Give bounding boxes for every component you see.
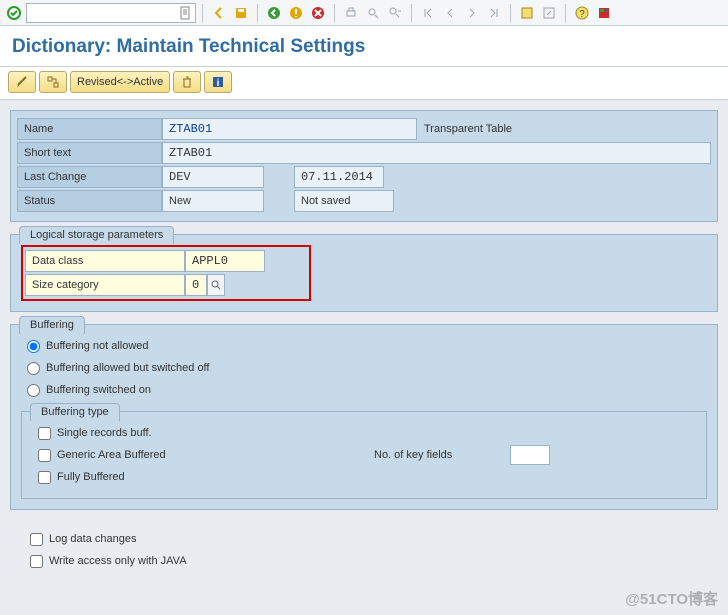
single-records-label: Single records buff. [57, 427, 152, 439]
buffering-group-title: Buffering [19, 316, 85, 334]
last-page-icon[interactable] [484, 3, 504, 23]
last-change-label: Last Change [17, 166, 162, 188]
delete-icon[interactable] [173, 71, 201, 93]
document-icon [179, 6, 193, 20]
separator [202, 4, 203, 22]
content-area: Name ZTAB01 Transparent Table Short text… [0, 100, 728, 578]
separator [334, 4, 335, 22]
short-text-label: Short text [17, 142, 162, 164]
nav-back-icon[interactable] [264, 3, 284, 23]
standard-toolbar: ? [0, 0, 728, 26]
status-label: Status [17, 190, 162, 212]
toggle-display-icon[interactable] [8, 71, 36, 93]
find-next-icon[interactable] [385, 3, 405, 23]
storage-group-title: Logical storage parameters [19, 226, 174, 244]
data-class-field[interactable]: APPL0 [185, 250, 265, 272]
data-class-label: Data class [25, 250, 185, 272]
page-title: Dictionary: Maintain Technical Settings [0, 26, 728, 67]
buffering-type-title: Buffering type [30, 403, 120, 421]
save-icon[interactable] [231, 3, 251, 23]
size-category-field[interactable]: 0 [185, 274, 207, 296]
command-field[interactable] [26, 3, 196, 23]
last-change-user: DEV [162, 166, 264, 188]
buffering-group: Buffering Buffering not allowed Bufferin… [10, 324, 718, 510]
buffering-switched-on[interactable]: Buffering switched on [21, 379, 707, 401]
fully-buffered[interactable]: Fully Buffered [32, 466, 696, 488]
f4-help-icon[interactable] [207, 274, 225, 296]
log-data-changes-checkbox[interactable] [30, 533, 43, 546]
last-change-date: 07.11.2014 [294, 166, 384, 188]
separator [565, 4, 566, 22]
separator [257, 4, 258, 22]
log-data-changes[interactable]: Log data changes [24, 528, 704, 550]
size-category-label: Size category [25, 274, 185, 296]
svg-text:i: i [217, 78, 220, 89]
status-value: New [162, 190, 264, 212]
fully-buffered-label: Fully Buffered [57, 471, 125, 483]
write-access-java[interactable]: Write access only with JAVA [24, 550, 704, 572]
next-page-icon[interactable] [462, 3, 482, 23]
separator [510, 4, 511, 22]
bottom-options: Log data changes Write access only with … [10, 522, 718, 578]
local-toolbar: Revised<->Active i [0, 67, 728, 100]
log-data-changes-label: Log data changes [49, 533, 136, 545]
buffering-switched-off-label: Buffering allowed but switched off [46, 362, 209, 374]
find-icon[interactable] [363, 3, 383, 23]
enter-icon[interactable] [4, 3, 24, 23]
separator [411, 4, 412, 22]
saved-value: Not saved [294, 190, 394, 212]
generic-area-checkbox[interactable] [38, 449, 51, 462]
single-records-buff[interactable]: Single records buff. [32, 422, 696, 444]
print-icon[interactable] [341, 3, 361, 23]
name-field[interactable]: ZTAB01 [162, 118, 417, 140]
buffering-switched-off[interactable]: Buffering allowed but switched off [21, 357, 707, 379]
single-records-checkbox[interactable] [38, 427, 51, 440]
highlight-box: Data class APPL0 Size category 0 [21, 245, 311, 301]
storage-group: Logical storage parameters Data class AP… [10, 234, 718, 312]
exit-icon[interactable] [286, 3, 306, 23]
buffering-not-allowed-radio[interactable] [27, 340, 40, 353]
header-info: Name ZTAB01 Transparent Table Short text… [10, 110, 718, 222]
cancel-icon[interactable] [308, 3, 328, 23]
short-text-field[interactable]: ZTAB01 [162, 142, 711, 164]
prev-page-icon[interactable] [440, 3, 460, 23]
buffering-switched-off-radio[interactable] [27, 362, 40, 375]
layout-menu-icon[interactable] [594, 3, 614, 23]
first-page-icon[interactable] [418, 3, 438, 23]
revised-active-button[interactable]: Revised<->Active [70, 71, 170, 93]
info-icon[interactable]: i [204, 71, 232, 93]
back-icon[interactable] [209, 3, 229, 23]
buffering-switched-on-radio[interactable] [27, 384, 40, 397]
buffering-not-allowed[interactable]: Buffering not allowed [21, 335, 707, 357]
svg-text:?: ? [579, 9, 585, 20]
generic-area-buffered[interactable]: Generic Area Buffered [38, 449, 368, 462]
help-icon[interactable]: ? [572, 3, 592, 23]
key-fields-label: No. of key fields [374, 449, 504, 461]
table-type-value: Transparent Table [417, 118, 637, 140]
where-used-icon[interactable] [39, 71, 67, 93]
write-access-java-checkbox[interactable] [30, 555, 43, 568]
write-access-java-label: Write access only with JAVA [49, 555, 187, 567]
buffering-type-group: Buffering type Single records buff. Gene… [21, 411, 707, 499]
generate-shortcut-icon[interactable] [539, 3, 559, 23]
watermark: @51CTO博客 [625, 588, 718, 609]
fully-buffered-checkbox[interactable] [38, 471, 51, 484]
generic-area-label: Generic Area Buffered [57, 449, 166, 461]
name-label: Name [17, 118, 162, 140]
buffering-not-allowed-label: Buffering not allowed [46, 340, 149, 352]
new-session-icon[interactable] [517, 3, 537, 23]
buffering-switched-on-label: Buffering switched on [46, 384, 151, 396]
key-fields-input[interactable] [510, 445, 550, 465]
